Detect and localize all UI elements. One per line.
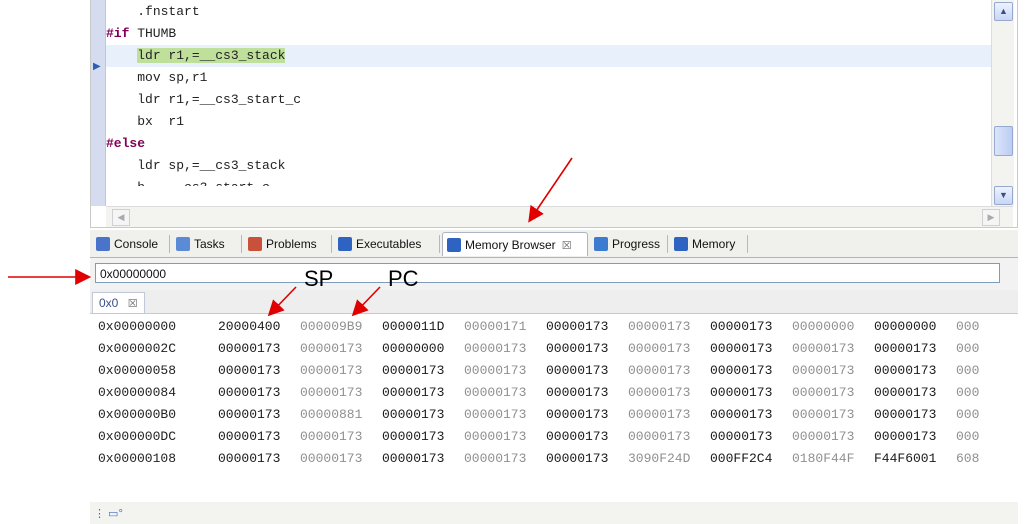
pc-annotation: PC — [388, 266, 419, 291]
arrow-to-pc-value — [351, 286, 381, 317]
sp-annotation: SP — [304, 266, 334, 291]
arrow-to-memory-browser-tab — [528, 157, 573, 223]
annotation-arrows — [8, 157, 573, 317]
arrow-to-sp-value — [267, 286, 297, 317]
